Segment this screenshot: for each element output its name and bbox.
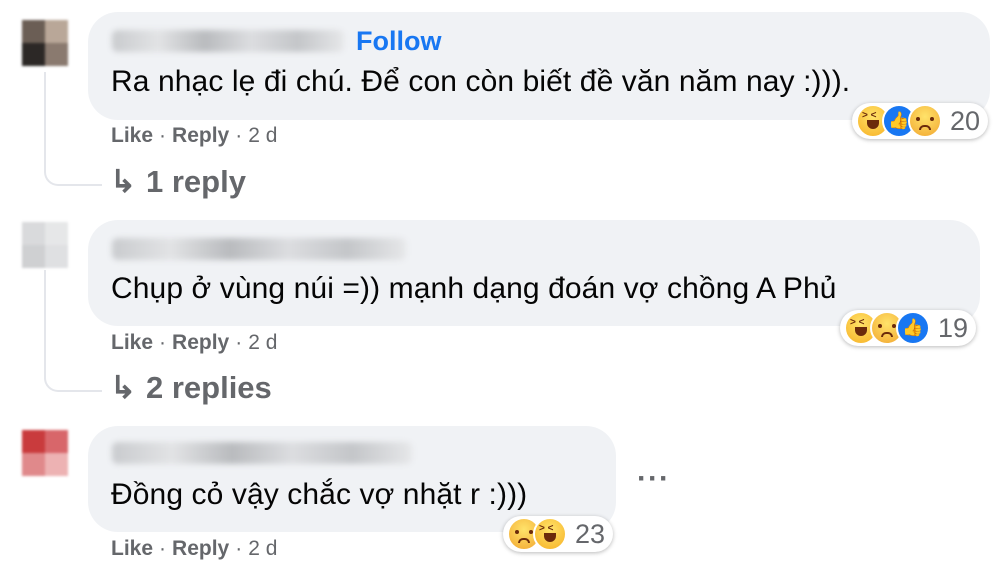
avatar[interactable]	[22, 222, 68, 268]
reaction-count: 19	[938, 312, 969, 343]
separator: ·	[159, 537, 167, 560]
reaction-summary[interactable]: 👍 20	[852, 103, 989, 139]
comment-actions: Like · Reply · 2 d	[111, 537, 277, 561]
avatar[interactable]	[22, 430, 68, 476]
thread-elbow	[44, 358, 102, 392]
timestamp[interactable]: 2 d	[248, 124, 277, 147]
like-link[interactable]: Like	[111, 124, 153, 147]
author-name[interactable]	[112, 442, 412, 464]
separator: ·	[159, 331, 167, 354]
reaction-count: 23	[575, 518, 606, 549]
like-icon: 👍	[896, 311, 930, 345]
view-replies-button[interactable]: ↳ 1 reply	[110, 164, 246, 200]
comment-actions: Like · Reply · 2 d	[111, 124, 277, 148]
thread-line	[44, 270, 46, 360]
avatar[interactable]	[22, 20, 68, 66]
separator: ·	[235, 331, 243, 354]
follow-button[interactable]: Follow	[356, 26, 441, 57]
reply-arrow-icon: ↳	[110, 370, 136, 405]
timestamp[interactable]: 2 d	[248, 331, 277, 354]
comment-actions: Like · Reply · 2 d	[111, 331, 277, 355]
replies-label: 1 reply	[145, 164, 246, 199]
like-link[interactable]: Like	[111, 331, 153, 354]
reaction-summary[interactable]: 23	[503, 516, 614, 552]
haha-icon	[533, 517, 567, 551]
author-name[interactable]	[112, 30, 344, 52]
comment-text: Ra nhạc lẹ đi chú. Để con còn biết đề vă…	[111, 65, 851, 98]
reply-link[interactable]: Reply	[172, 124, 229, 147]
reply-arrow-icon: ↳	[110, 164, 136, 199]
reply-link[interactable]: Reply	[172, 537, 229, 560]
thread-elbow	[44, 150, 102, 186]
reaction-count: 20	[950, 105, 981, 136]
author-name[interactable]	[112, 238, 406, 260]
separator: ·	[159, 124, 167, 147]
separator: ·	[235, 537, 243, 560]
more-options-button[interactable]: ···	[637, 462, 670, 496]
separator: ·	[235, 124, 243, 147]
sad-icon	[908, 104, 942, 138]
comment-text: Đồng cỏ vậy chắc vợ nhặt r :)))	[111, 478, 528, 511]
reply-link[interactable]: Reply	[172, 331, 229, 354]
thread-line	[44, 72, 46, 152]
view-replies-button[interactable]: ↳ 2 replies	[110, 370, 272, 406]
reaction-summary[interactable]: 👍 19	[840, 310, 977, 346]
like-link[interactable]: Like	[111, 537, 153, 560]
timestamp[interactable]: 2 d	[248, 537, 277, 560]
comment-text: Chụp ở vùng núi =)) mạnh dạng đoán vợ ch…	[111, 272, 837, 305]
replies-label: 2 replies	[145, 370, 272, 405]
